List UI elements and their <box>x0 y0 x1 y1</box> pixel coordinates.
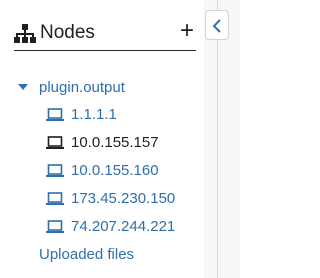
tree-node-label: 1.1.1.1 <box>71 106 117 123</box>
laptop-icon <box>46 192 64 205</box>
uploaded-files-link[interactable]: Uploaded files <box>39 245 134 265</box>
laptop-icon <box>46 220 64 233</box>
collapse-panel-button[interactable] <box>205 10 229 40</box>
tree-node-label: 173.45.230.150 <box>71 190 176 207</box>
laptop-icon <box>46 136 64 149</box>
tree-node-label: 74.207.244.221 <box>71 218 176 235</box>
nodes-panel: Nodes + plugin.output 1.1.1.1 10.0.155.1… <box>0 0 204 278</box>
panel-title: Nodes <box>40 22 95 43</box>
collapse-strip <box>204 0 240 278</box>
tree-node-label: 10.0.155.157 <box>71 134 159 151</box>
laptop-icon <box>46 108 64 121</box>
sitemap-icon <box>14 24 36 44</box>
header-divider <box>14 50 196 51</box>
tree-node-label: 10.0.155.160 <box>71 162 159 179</box>
caret-down-icon[interactable] <box>18 84 28 90</box>
tree-root-label: plugin.output <box>39 79 125 96</box>
panel-border <box>217 0 218 278</box>
panel-header: Nodes + <box>14 18 196 50</box>
laptop-icon <box>46 164 64 177</box>
chevron-left-icon <box>212 19 221 33</box>
add-node-button[interactable]: + <box>176 18 198 44</box>
